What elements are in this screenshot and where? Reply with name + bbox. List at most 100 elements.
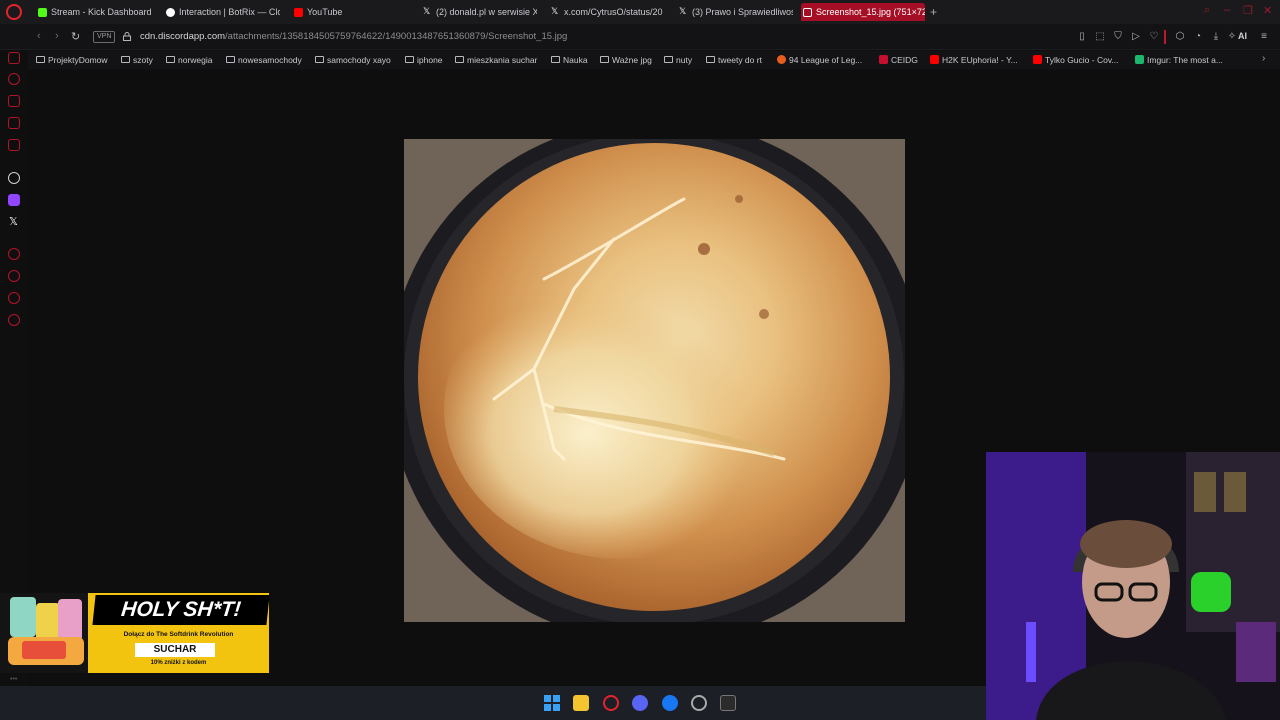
tab-title: Stream - Kick Dashboard	[51, 7, 152, 17]
snapshot-icon[interactable]: ⬚	[1094, 31, 1106, 43]
history-icon[interactable]	[8, 73, 20, 85]
chat-icon[interactable]	[8, 292, 20, 304]
file-explorer-icon[interactable]	[573, 695, 589, 711]
x-icon[interactable]: 𝕏	[9, 215, 18, 228]
bookmark-label: H2K EUphoria! - Y...	[942, 55, 1018, 65]
new-tab-button[interactable]: +	[930, 3, 937, 21]
reload-icon[interactable]: ↻	[71, 30, 80, 43]
ai-icon[interactable]: ✧	[1226, 31, 1238, 43]
bookmark-label: Tylko Gucio - Cov...	[1045, 55, 1119, 65]
bookmark-tylko-gucio[interactable]: Tylko Gucio - Cov...	[1033, 53, 1119, 67]
workspace-icon[interactable]	[8, 95, 20, 107]
tab-cytruso-status[interactable]: 𝕏 x.com/CytrusO/status/20	[549, 3, 665, 21]
youtube-icon	[1033, 55, 1042, 64]
tab-donald-x[interactable]: 𝕏 (2) donald.pl w serwisie X	[421, 3, 537, 21]
settings-icon[interactable]	[8, 314, 20, 326]
bookmark-label: nuty	[676, 55, 693, 65]
discord-icon[interactable]	[632, 695, 648, 711]
bookmark-label: ProjektyDomow	[48, 55, 108, 65]
messenger-icon[interactable]	[8, 52, 20, 64]
tab-pis-x[interactable]: 𝕏 (3) Prawo i Sprawiedliwość	[677, 3, 793, 21]
bookmark-label: szoty	[133, 55, 153, 65]
folder-icon	[455, 56, 464, 63]
profile-icon[interactable]: ◔	[1192, 31, 1204, 43]
softdrink-cans-image	[0, 593, 92, 673]
bookmark-label: iphone	[417, 55, 443, 65]
url-field[interactable]: cdn.discordapp.com/attachments/135818450…	[140, 31, 567, 42]
folder-icon	[121, 56, 130, 63]
ai-label[interactable]: AI	[1238, 31, 1247, 41]
tab-title: (3) Prawo i Sprawiedliwość	[692, 7, 793, 17]
bookmark-icon[interactable]: ▯	[1076, 31, 1088, 43]
bookmark-label: Nauka	[563, 55, 588, 65]
folder-icon	[226, 56, 235, 63]
tab-kick-dashboard[interactable]: Stream - Kick Dashboard	[36, 3, 162, 21]
bookmark-folder[interactable]: norwegia	[166, 53, 213, 67]
extensions-icon[interactable]: ⬡	[1174, 31, 1186, 43]
menu-icon[interactable]: ≡	[1258, 31, 1270, 43]
bookmark-imgur[interactable]: Imgur: The most a...	[1135, 53, 1223, 67]
music-icon[interactable]	[8, 248, 20, 260]
cheesecake-photo[interactable]	[404, 139, 905, 622]
tab-youtube[interactable]: YouTube	[292, 3, 412, 21]
folder-icon	[36, 56, 45, 63]
imgur-icon	[1135, 55, 1144, 64]
tab-screenshot-jpg[interactable]: Screenshot_15.jpg (751×72	[801, 3, 925, 21]
bookmark-label: tweety do rt	[718, 55, 762, 65]
chatgpt-icon[interactable]	[8, 172, 20, 184]
x-icon: 𝕏	[679, 6, 687, 16]
lock-icon[interactable]	[123, 32, 131, 41]
botrix-icon	[166, 8, 175, 17]
search-tabs-icon[interactable]: ⌕	[1204, 4, 1210, 17]
bookmark-folder[interactable]: ProjektyDomow	[36, 53, 108, 67]
windows-start-icon[interactable]	[544, 695, 560, 711]
close-button[interactable]: ✕	[1263, 4, 1272, 17]
bookmark-label: CEIDG	[891, 55, 918, 65]
bookmark-folder[interactable]: Ważne jpg	[600, 53, 652, 67]
minimize-button[interactable]: –	[1224, 4, 1230, 16]
folder-icon	[405, 56, 414, 63]
bookmark-folder[interactable]: nuty	[664, 53, 692, 67]
heart-icon[interactable]: ♡	[1148, 31, 1160, 43]
bookmarks-bar: ProjektyDomow szoty norwegia nowesamocho…	[0, 51, 1280, 69]
ceidg-icon	[879, 55, 888, 64]
bookmark-folder[interactable]: szoty	[121, 53, 153, 67]
promo-discount: 10% zniżki z kodem	[150, 660, 207, 666]
opera-logo-icon[interactable]	[6, 4, 22, 20]
bookmark-folder[interactable]: tweety do rt	[706, 53, 762, 67]
bookmark-h2k[interactable]: H2K EUphoria! - Y...	[930, 53, 1018, 67]
terminal-icon[interactable]	[720, 695, 736, 711]
bookmark-folder[interactable]: samochody xayo	[315, 53, 391, 67]
vpn-badge[interactable]: VPN	[93, 31, 116, 43]
bookmark-label: samochody xayo	[327, 55, 391, 65]
opera-gx-icon[interactable]	[603, 695, 619, 711]
shield-icon[interactable]: ⛉	[1112, 31, 1124, 43]
tab-botrix[interactable]: Interaction | BotRix — Clo	[164, 3, 280, 21]
obs-icon[interactable]	[691, 695, 707, 711]
tab-title: (2) donald.pl w serwisie X	[436, 7, 537, 17]
forward-icon[interactable]: ›	[55, 30, 59, 42]
bookmark-label: Ważne jpg	[612, 55, 652, 65]
twitch-icon[interactable]	[8, 194, 20, 206]
tab-title: YouTube	[307, 7, 343, 17]
clock-icon[interactable]	[8, 270, 20, 282]
download-icon[interactable]: ⤓	[1210, 31, 1222, 43]
bookmarks-more-icon[interactable]: ›	[1262, 53, 1265, 64]
instagram-icon[interactable]	[8, 117, 20, 129]
mail-icon[interactable]	[8, 139, 20, 151]
player-icon[interactable]: ▷	[1130, 31, 1142, 43]
x-icon: 𝕏	[551, 6, 559, 16]
bookmark-folder[interactable]: nowesamochody	[226, 53, 302, 67]
facebook-icon[interactable]	[662, 695, 678, 711]
divider	[1164, 30, 1166, 44]
webcam-overlay	[986, 452, 1280, 720]
folder-icon	[315, 56, 324, 63]
bookmark-league[interactable]: 94 League of Leg...	[777, 53, 862, 67]
bookmark-folder[interactable]: mieszkania suchar	[455, 53, 537, 67]
bookmark-folder[interactable]: Nauka	[551, 53, 588, 67]
bookmark-folder[interactable]: iphone	[405, 53, 443, 67]
bookmark-ceidg[interactable]: CEIDG	[879, 53, 918, 67]
league-icon	[777, 55, 786, 64]
maximize-button[interactable]: ❐	[1243, 4, 1253, 17]
back-icon[interactable]: ‹	[37, 30, 41, 42]
